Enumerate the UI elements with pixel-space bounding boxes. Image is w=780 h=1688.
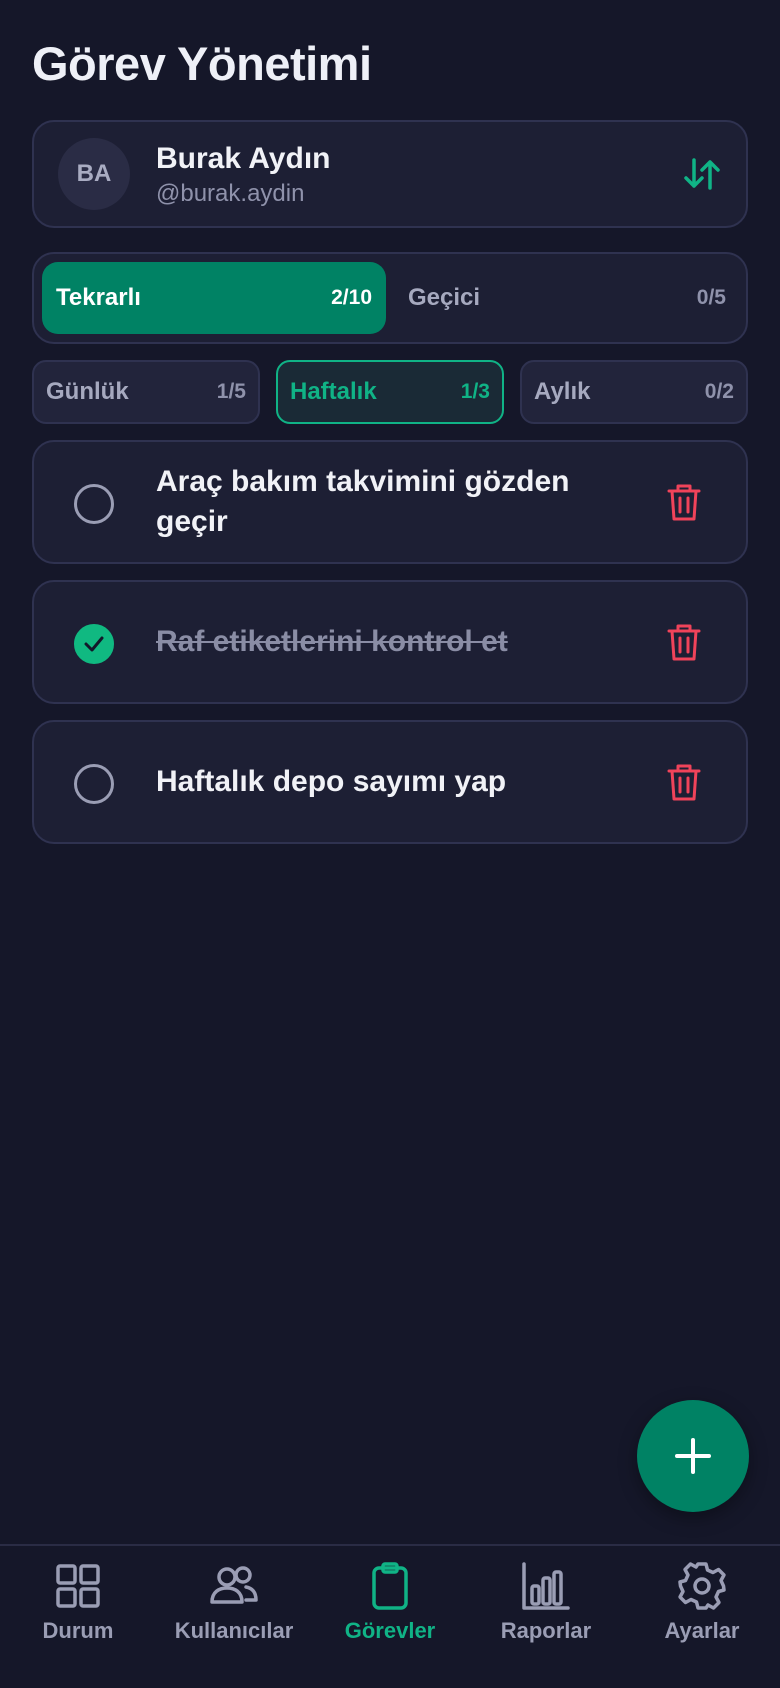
user-card[interactable]: BA Burak Aydın @burak.aydin — [32, 120, 748, 228]
segment-recurring[interactable]: Tekrarlı 2/10 — [42, 262, 386, 334]
avatar: BA — [58, 138, 130, 210]
chip-label: Aylık — [534, 378, 591, 405]
task-item: Raf etiketlerini kontrol et — [32, 580, 748, 704]
clipboard-icon — [372, 1562, 408, 1610]
task-item: Haftalık depo sayımı yap — [32, 720, 748, 844]
grid-icon — [56, 1564, 100, 1608]
nav-item-ayarlar[interactable]: Ayarlar — [624, 1560, 780, 1660]
task-text: Haftalık depo sayımı yap — [156, 765, 507, 798]
chip-count: 1/5 — [216, 380, 246, 403]
period-monthly-chip[interactable]: Aylık 0/2 — [520, 360, 748, 424]
users-icon — [210, 1566, 258, 1604]
nav-item-gorevler[interactable]: Görevler — [312, 1560, 468, 1660]
app-screen: Görev Yönetimi BA Burak Aydın @burak.ayd… — [0, 0, 780, 1688]
chip-count: 0/2 — [704, 380, 734, 403]
user-handle: @burak.aydin — [156, 180, 305, 207]
page-title: Görev Yönetimi — [32, 37, 372, 90]
trash-icon — [667, 484, 701, 521]
task-checkbox[interactable] — [74, 484, 114, 524]
task-text: Raf etiketlerini kontrol et — [156, 625, 508, 658]
bar-chart-icon — [522, 1562, 570, 1610]
switch-user-button[interactable] — [680, 152, 724, 196]
nav-label: Kullanıcılar — [174, 1618, 294, 1643]
trash-icon — [667, 764, 701, 801]
segment-label: Tekrarlı — [56, 284, 141, 311]
nav-label: Ayarlar — [664, 1618, 740, 1643]
task-item: Araç bakım takvimini gözden geçir — [32, 440, 748, 564]
period-weekly-chip[interactable]: Haftalık 1/3 — [276, 360, 504, 424]
chip-label: Günlük — [46, 378, 129, 405]
task-type-segment: Tekrarlı 2/10 Geçici 0/5 — [32, 252, 748, 344]
nav-label: Raporlar — [500, 1618, 592, 1643]
segment-label: Geçici — [408, 284, 481, 311]
swap-vertical-icon — [684, 158, 720, 190]
nav-item-kullanicilar[interactable]: Kullanıcılar — [156, 1560, 312, 1660]
segment-count: 2/10 — [331, 286, 372, 309]
task-checkbox[interactable] — [74, 764, 114, 804]
task-text: Araç bakım takvimini gözden geçir — [156, 465, 570, 538]
check-icon — [84, 636, 104, 652]
nav-item-raporlar[interactable]: Raporlar — [468, 1560, 624, 1660]
gear-icon — [678, 1562, 726, 1610]
delete-task-button[interactable] — [666, 482, 702, 522]
plus-icon — [675, 1438, 711, 1474]
delete-task-button[interactable] — [666, 762, 702, 802]
trash-icon — [667, 624, 701, 661]
period-daily-chip[interactable]: Günlük 1/5 — [32, 360, 260, 424]
segment-temporary[interactable]: Geçici 0/5 — [394, 262, 740, 334]
delete-task-button[interactable] — [666, 622, 702, 662]
nav-label: Durum — [42, 1618, 114, 1643]
chip-label: Haftalık — [290, 378, 377, 405]
task-checkbox-checked[interactable] — [74, 624, 114, 664]
user-name: Burak Aydın — [156, 142, 331, 175]
chip-count: 1/3 — [460, 380, 490, 403]
nav-item-durum[interactable]: Durum — [0, 1560, 156, 1660]
segment-count: 0/5 — [696, 286, 726, 309]
bottom-nav: Durum Kullanıcılar Görevler Raporlar Aya… — [0, 1544, 780, 1688]
add-task-button[interactable] — [637, 1400, 749, 1512]
nav-label: Görevler — [344, 1618, 436, 1643]
